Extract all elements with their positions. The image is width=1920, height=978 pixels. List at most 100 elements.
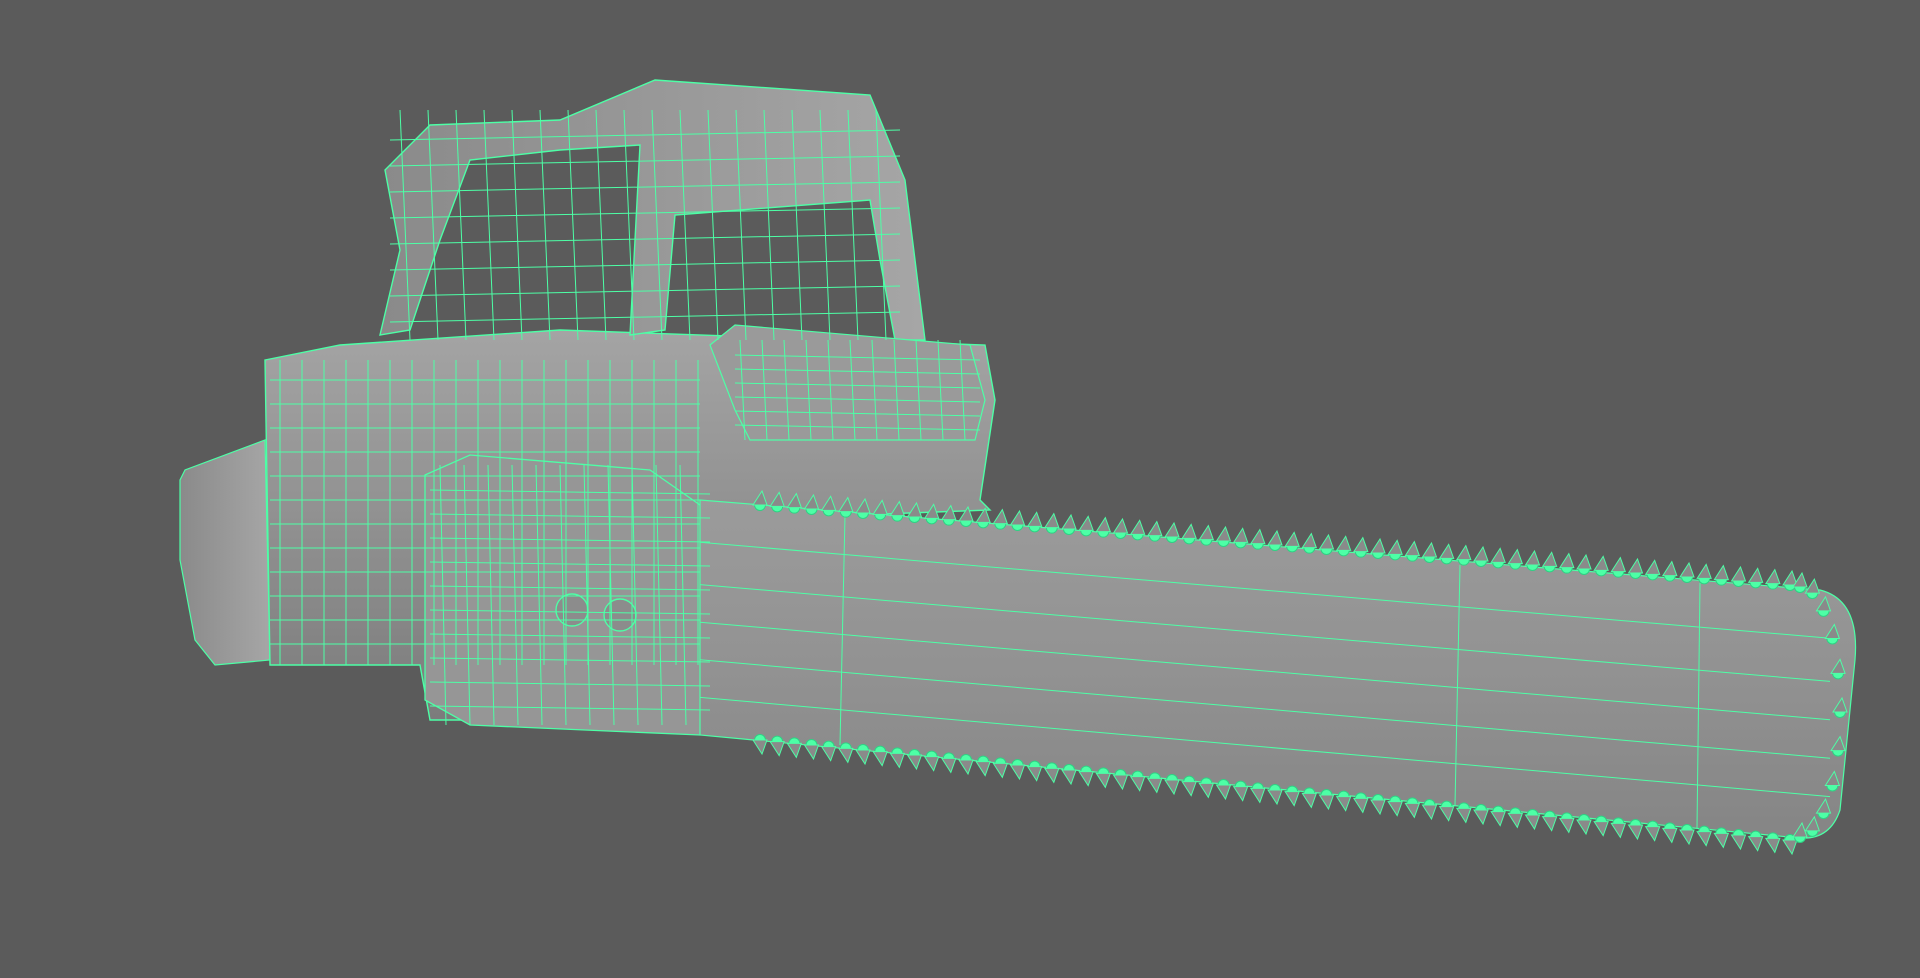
chain-tooth: [1249, 782, 1266, 804]
chain-tooth: [1112, 517, 1129, 539]
chain-tooth: [1318, 789, 1335, 811]
chain-tooth: [1061, 513, 1077, 535]
chain-tooth: [752, 734, 768, 756]
chain-tooth: [1146, 520, 1163, 542]
chain-tooth: [837, 742, 854, 764]
chain-tooth: [769, 735, 785, 757]
chain-tooth: [1078, 765, 1094, 787]
chain-tooth: [1387, 539, 1403, 561]
chain-tooth: [1644, 820, 1661, 842]
chainsaw-model[interactable]: [179, 79, 1857, 856]
chain-tooth: [1009, 509, 1026, 531]
chain-tooth: [1558, 552, 1575, 574]
chain-tooth: [1627, 557, 1644, 579]
chain-tooth: [786, 737, 803, 759]
chain-tooth: [1438, 543, 1455, 565]
chain-tooth: [1146, 772, 1163, 794]
chain-tooth: [1679, 561, 1695, 583]
chain-tooth: [1576, 553, 1592, 575]
chain-tooth: [1558, 812, 1575, 834]
chain-tooth: [1009, 759, 1026, 781]
chain-tooth: [1713, 564, 1730, 586]
chain-tooth: [1421, 799, 1438, 821]
chain-tooth: [1215, 525, 1232, 547]
chain-tooth: [1095, 516, 1112, 538]
chain-tooth: [1541, 551, 1558, 573]
chain-tooth: [923, 750, 940, 772]
rear-handle: [179, 439, 271, 666]
chain-tooth: [1421, 541, 1438, 563]
chain-tooth: [1593, 815, 1609, 837]
chain-tooth: [1232, 527, 1249, 549]
chain-tooth: [1301, 787, 1318, 809]
chain-tooth: [1043, 762, 1060, 784]
chain-tooth: [1541, 810, 1558, 832]
chain-tooth: [1473, 804, 1489, 826]
chain-tooth: [1215, 779, 1232, 801]
chain-tooth: [958, 754, 974, 776]
chain-tooth: [1404, 797, 1421, 819]
chain-tooth: [1249, 528, 1266, 550]
chain-tooth: [1129, 770, 1146, 792]
chain-tooth: [803, 739, 820, 761]
chain-tooth: [975, 755, 991, 777]
chain-tooth: [1043, 512, 1060, 534]
chain-tooth: [1696, 563, 1712, 585]
chain-tooth: [1026, 760, 1043, 782]
chain-tooth: [1232, 780, 1249, 802]
chain-tooth: [1730, 829, 1747, 851]
chain-tooth: [1764, 568, 1781, 590]
chain-tooth: [872, 745, 888, 767]
chain-tooth: [1198, 777, 1215, 799]
chain-tooth: [1507, 548, 1524, 570]
chain-tooth: [889, 747, 906, 769]
chain-tooth: [1335, 790, 1352, 812]
chain-tooth: [1661, 822, 1678, 844]
chain-tooth: [1284, 531, 1300, 553]
chain-tooth: [1644, 559, 1661, 581]
chain-tooth: [1730, 565, 1747, 587]
chain-tooth: [1335, 535, 1352, 557]
chain-tooth: [940, 752, 957, 774]
chain-tooth: [1301, 532, 1318, 554]
chain-tooth: [1455, 802, 1472, 824]
adjuster-screw: [555, 593, 589, 627]
chain-tooth: [1267, 529, 1283, 551]
chain-tooth: [1507, 807, 1524, 829]
chain-tooth: [1713, 827, 1730, 849]
chain-tooth: [1387, 795, 1403, 817]
chain-tooth: [1078, 515, 1094, 537]
chain-tooth: [1181, 775, 1197, 797]
chain-tooth: [1576, 814, 1592, 836]
chain-tooth: [906, 749, 923, 771]
chain-tooth: [1352, 536, 1369, 558]
chain-tooth: [1164, 774, 1180, 796]
chain-tooth: [1747, 567, 1764, 589]
chain-tooth: [1473, 545, 1489, 567]
chain-tooth: [1764, 832, 1781, 854]
chain-tooth: [1061, 764, 1077, 786]
chain-tooth: [1370, 794, 1386, 816]
viewport-canvas[interactable]: [0, 0, 1920, 978]
chain-tooth: [1610, 817, 1627, 839]
chain-tooth: [1318, 533, 1335, 555]
chain-tooth: [1404, 540, 1421, 562]
chain-tooth: [1438, 800, 1455, 822]
3d-viewport[interactable]: [0, 0, 1920, 978]
chain-tooth: [1524, 809, 1541, 831]
chain-tooth: [975, 507, 991, 529]
chain-tooth: [1524, 549, 1541, 571]
chain-tooth: [1490, 547, 1506, 569]
chain-tooth: [1284, 785, 1300, 807]
chain-tooth: [1696, 825, 1712, 847]
chain-tooth: [1112, 769, 1129, 791]
chain-tooth: [820, 740, 837, 762]
chain-tooth: [1610, 556, 1627, 578]
chain-tooth: [1455, 544, 1472, 566]
chain-tooth: [1627, 819, 1644, 841]
chain-tooth: [1679, 824, 1695, 846]
chain-tooth: [1352, 792, 1369, 814]
air-filter-cover: [709, 324, 986, 441]
chain-tooth: [1370, 537, 1386, 559]
chain-tooth: [1198, 524, 1215, 546]
